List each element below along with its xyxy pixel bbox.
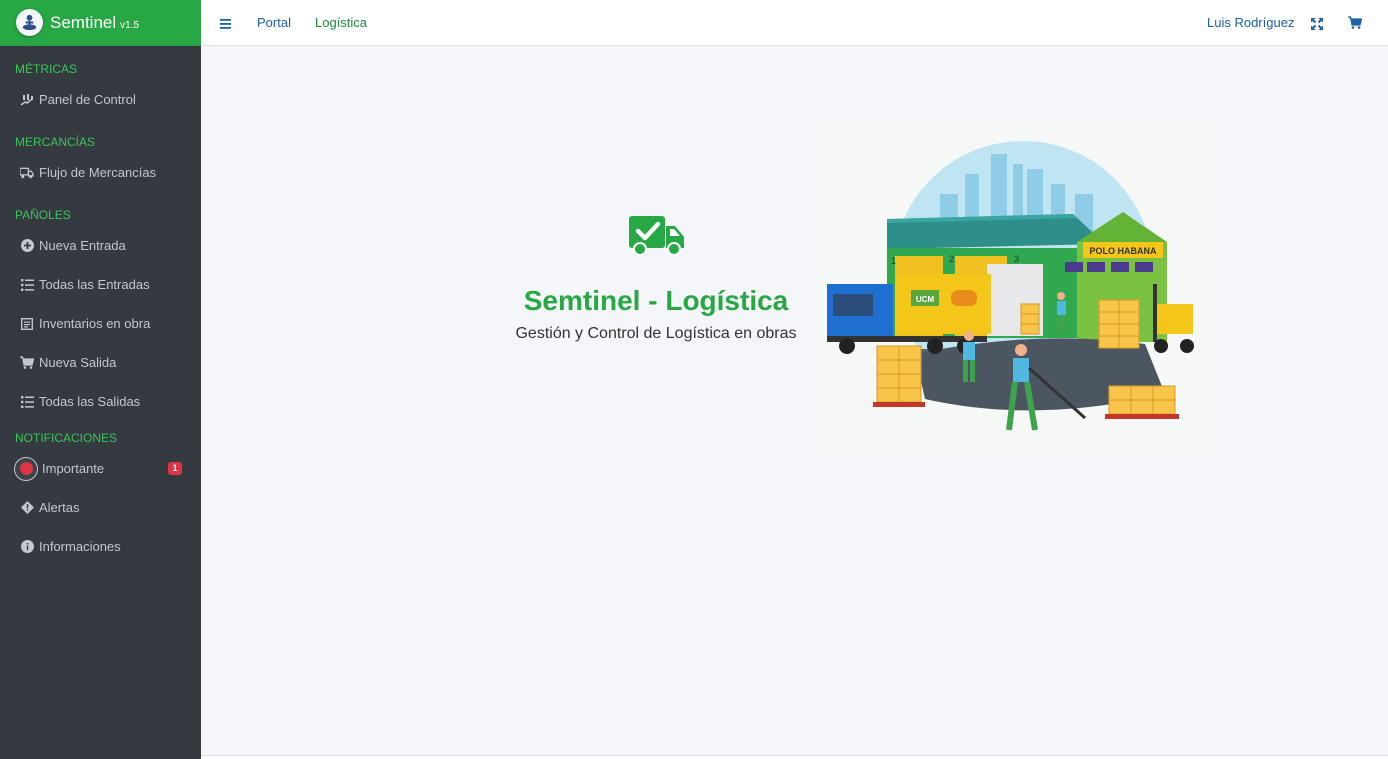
sidebar-item-label: Nueva Entrada [39, 238, 126, 253]
cart-icon [20, 356, 34, 370]
door-number-3: 3 [1014, 254, 1019, 264]
sidebar-item-label: Informaciones [39, 539, 121, 554]
sidebar-item-label: Inventarios en obra [39, 316, 151, 331]
sidebar: Semtinel v1.5 MÉTRICAS Panel de Control … [0, 0, 201, 759]
plus-circle-icon [20, 239, 34, 253]
important-dot-icon [14, 456, 38, 481]
sidebar-item-label: Todas las Salidas [39, 394, 141, 409]
brand-name: Semtinel [50, 12, 117, 32]
nav-header-panoles: PAÑOLES [15, 208, 71, 222]
sidebar-item-label: Nueva Salida [39, 355, 117, 370]
hamburger-menu-icon[interactable] [220, 16, 231, 34]
top-navbar: Portal Logística Luis Rodríguez [201, 0, 1388, 46]
nav-header-mercancias: MERCANCÍAS [15, 135, 96, 149]
sidebar-item-alertas[interactable]: Alertas [0, 488, 201, 527]
sidebar-item-todas-las-salidas[interactable]: Todas las Salidas [0, 382, 201, 421]
sidebar-item-label: Todas las Entradas [39, 277, 150, 292]
truck-check-icon [629, 215, 685, 262]
clipboard-icon [20, 317, 34, 331]
brand-version: v1.5 [120, 19, 140, 31]
user-name-link[interactable]: Luis Rodríguez [1207, 15, 1294, 30]
sidebar-item-todas-las-entradas[interactable]: Todas las Entradas [0, 265, 201, 304]
chart-hand-icon [20, 93, 34, 107]
nav-link-portal[interactable]: Portal [257, 15, 291, 30]
nav-link-logistica[interactable]: Logística [315, 15, 367, 30]
nav-header-metricas: MÉTRICAS [15, 62, 78, 76]
list-icon [20, 278, 34, 292]
sidebar-item-flujo-de-mercancias[interactable]: Flujo de Mercancías [0, 153, 201, 192]
logistics-illustration: POLO HABANA 1 2 3 UCM [815, 124, 1217, 454]
sidebar-item-importante[interactable]: Importante 1 [0, 449, 201, 488]
sidebar-item-nueva-salida[interactable]: Nueva Salida [0, 343, 201, 382]
sidebar-item-label: Importante [42, 461, 105, 476]
shipping-icon [20, 166, 34, 180]
page-subtitle: Gestión y Control de Logística en obras [515, 325, 797, 342]
sidebar-item-label: Alertas [39, 500, 80, 515]
warning-diamond-icon [20, 501, 34, 515]
truck-logo: UCM [916, 295, 935, 304]
brand-link[interactable]: Semtinel v1.5 [0, 0, 201, 46]
brand-logo-icon [16, 9, 43, 36]
sidebar-item-informaciones[interactable]: Informaciones [0, 527, 201, 566]
sidebar-item-label: Panel de Control [39, 92, 136, 107]
notification-badge: 1 [168, 462, 182, 475]
sidebar-item-inventarios-en-obra[interactable]: Inventarios en obra [0, 304, 201, 343]
sidebar-item-nueva-entrada[interactable]: Nueva Entrada [0, 226, 201, 265]
door-number-2: 2 [949, 254, 954, 264]
info-icon [20, 540, 34, 554]
sidebar-item-label: Flujo de Mercancías [39, 165, 157, 180]
sidebar-item-panel-de-control[interactable]: Panel de Control [0, 80, 201, 119]
footer-bar [201, 755, 1388, 759]
page-title: Semtinel - Logística [523, 285, 789, 316]
fullscreen-expand-icon[interactable] [1311, 17, 1323, 35]
door-number-1: 1 [891, 256, 896, 266]
nav-header-notificaciones: NOTIFICACIONES [15, 431, 118, 445]
list-icon [20, 395, 34, 409]
cart-icon[interactable] [1348, 16, 1363, 34]
warehouse-sign: POLO HABANA [1090, 246, 1157, 256]
